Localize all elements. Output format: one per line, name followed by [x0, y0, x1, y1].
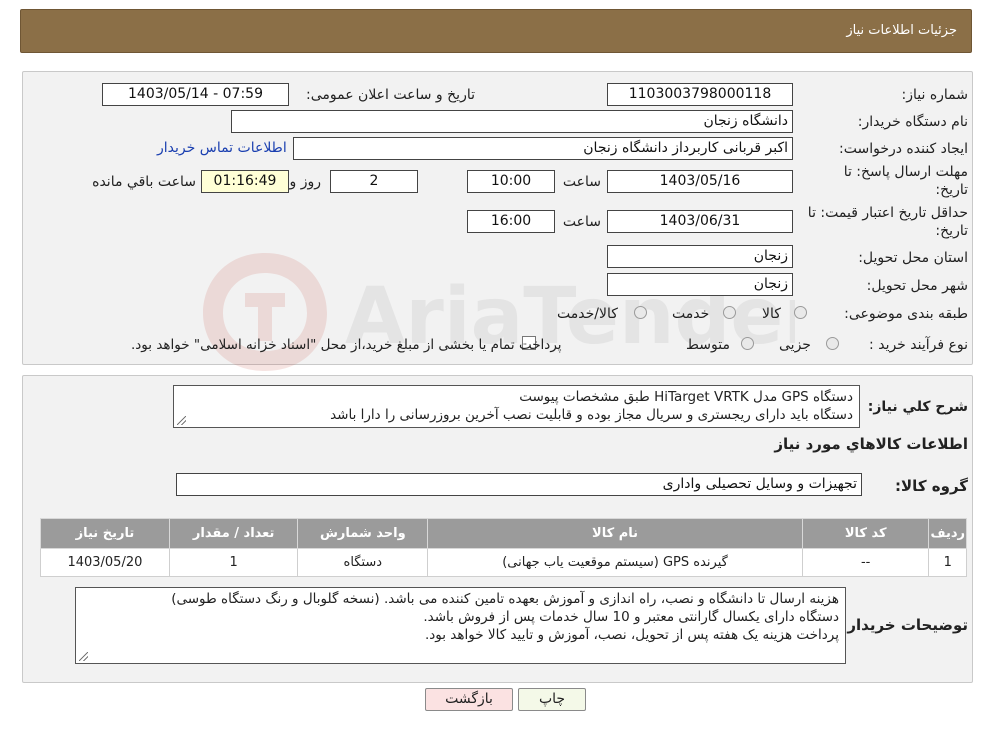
process-note: پرداخت تمام یا بخشی از مبلغ خرید،از محل …	[131, 337, 562, 353]
creator-label: ایجاد کننده درخواست:	[839, 141, 968, 157]
process-radio-medium[interactable]	[741, 337, 754, 350]
validity-label-line1: حداقل تاریخ اعتبار قیمت: تا	[807, 205, 968, 221]
need-number-field[interactable]: 1103003798000118	[607, 83, 793, 106]
buyer-notes-textarea[interactable]: هزینه ارسال تا دانشگاه و نصب، راه اندازی…	[75, 587, 846, 664]
print-button[interactable]: چاپ	[518, 688, 586, 711]
category-radio-goods-service[interactable]	[634, 306, 647, 319]
category-radio-goods[interactable]	[794, 306, 807, 319]
days-label: روز و	[289, 174, 322, 190]
category-option-goods: کالا	[762, 306, 781, 322]
category-option-service: خدمت	[672, 306, 710, 322]
col-unit: واحد شمارش	[297, 518, 429, 549]
goods-section-title: اطلاعات کالاهاي مورد نياز	[774, 435, 968, 453]
category-radio-service[interactable]	[723, 306, 736, 319]
announce-datetime-label: تاریخ و ساعت اعلان عمومی:	[306, 87, 475, 103]
announce-datetime-field[interactable]: 1403/05/14 - 07:59	[102, 83, 289, 106]
goods-group-label: گروه کالا:	[895, 477, 968, 495]
buyer-org-field[interactable]: دانشگاه زنجان	[231, 110, 793, 133]
cell-name: گیرنده GPS (سیستم موقعیت یاب جهانی)	[427, 548, 803, 577]
description-line-1: دستگاه GPS مدل HiTarget VRTK طبق مشخصات …	[519, 389, 853, 405]
category-label: طبقه بندی موضوعی:	[844, 306, 968, 322]
cell-unit: دستگاه	[297, 548, 429, 577]
col-qty: تعداد / مقدار	[168, 518, 299, 549]
description-line-2: دستگاه باید دارای ریجستری و سریال مجاز ب…	[330, 407, 853, 423]
deadline-label-line1: مهلت ارسال پاسخ: تا	[843, 164, 968, 180]
goods-table: رديف کد کالا نام کالا واحد شمارش تعداد /…	[40, 518, 967, 577]
process-option-minor: جزیی	[779, 337, 811, 353]
cell-need-date: 1403/05/20	[40, 548, 170, 577]
city-field[interactable]: زنجان	[607, 273, 793, 296]
days-field[interactable]: 2	[330, 170, 418, 193]
buyer-org-label: نام دستگاه خریدار:	[857, 114, 968, 130]
description-textarea[interactable]: دستگاه GPS مدل HiTarget VRTK طبق مشخصات …	[173, 385, 860, 428]
table-row[interactable]: 1 -- گیرنده GPS (سیستم موقعیت یاب جهانی)…	[40, 548, 967, 577]
resize-handle-icon[interactable]	[177, 416, 186, 425]
need-number-label: شماره نیاز:	[901, 87, 969, 103]
province-label: استان محل تحویل:	[858, 250, 968, 266]
province-field[interactable]: زنجان	[607, 245, 793, 268]
category-option-goods-service: کالا/خدمت	[557, 306, 618, 322]
back-button[interactable]: بازگشت	[425, 688, 513, 711]
col-need-date: تاریخ نیاز	[40, 518, 170, 549]
resize-handle-icon[interactable]	[79, 652, 88, 661]
creator-field[interactable]: اکبر قربانی کاربرداز دانشگاه زنجان	[293, 137, 793, 160]
buyer-notes-line-3: پرداخت هزینه یک هفته پس از تحویل، نصب، آ…	[424, 627, 839, 643]
process-option-medium: متوسط	[686, 337, 730, 353]
deadline-date-field[interactable]: 1403/05/16	[607, 170, 793, 193]
process-radio-minor[interactable]	[826, 337, 839, 350]
remaining-label: ساعت باقي مانده	[92, 174, 196, 190]
validity-label-line2: تاریخ:	[935, 223, 968, 239]
validity-time-label: ساعت	[562, 214, 601, 230]
buyer-notes-line-2: دستگاه دارای یکسال گارانتی معتبر و 10 سا…	[423, 609, 839, 625]
col-row: رديف	[928, 518, 967, 549]
deadline-time-label: ساعت	[562, 174, 601, 190]
buyer-notes-line-1: هزینه ارسال تا دانشگاه و نصب، راه اندازی…	[171, 591, 839, 607]
deadline-time-field[interactable]: 10:00	[467, 170, 555, 193]
cell-row: 1	[928, 548, 967, 577]
process-label: نوع فرآیند خرید :	[869, 337, 968, 353]
page-header: جزئیات اطلاعات نیاز	[20, 9, 972, 53]
validity-date-field[interactable]: 1403/06/31	[607, 210, 793, 233]
remaining-time-field: 01:16:49	[201, 170, 289, 193]
cell-code: --	[801, 548, 930, 577]
validity-time-field[interactable]: 16:00	[467, 210, 555, 233]
buyer-contact-link[interactable]: اطلاعات تماس خریدار	[157, 140, 287, 156]
col-name: نام کالا	[427, 518, 803, 549]
cell-qty: 1	[168, 548, 299, 577]
deadline-label-line2: تاریخ:	[935, 182, 968, 198]
goods-group-field[interactable]: تجهیزات و وسایل تحصیلی واداری	[176, 473, 862, 496]
page-title: جزئیات اطلاعات نیاز	[846, 23, 957, 38]
goods-table-header: رديف کد کالا نام کالا واحد شمارش تعداد /…	[40, 518, 967, 549]
city-label: شهر محل تحویل:	[866, 278, 968, 294]
buyer-notes-label: توضیحات خریدار:	[841, 616, 968, 634]
col-code: کد کالا	[801, 518, 930, 549]
description-label: شرح کلي نياز:	[867, 399, 968, 415]
